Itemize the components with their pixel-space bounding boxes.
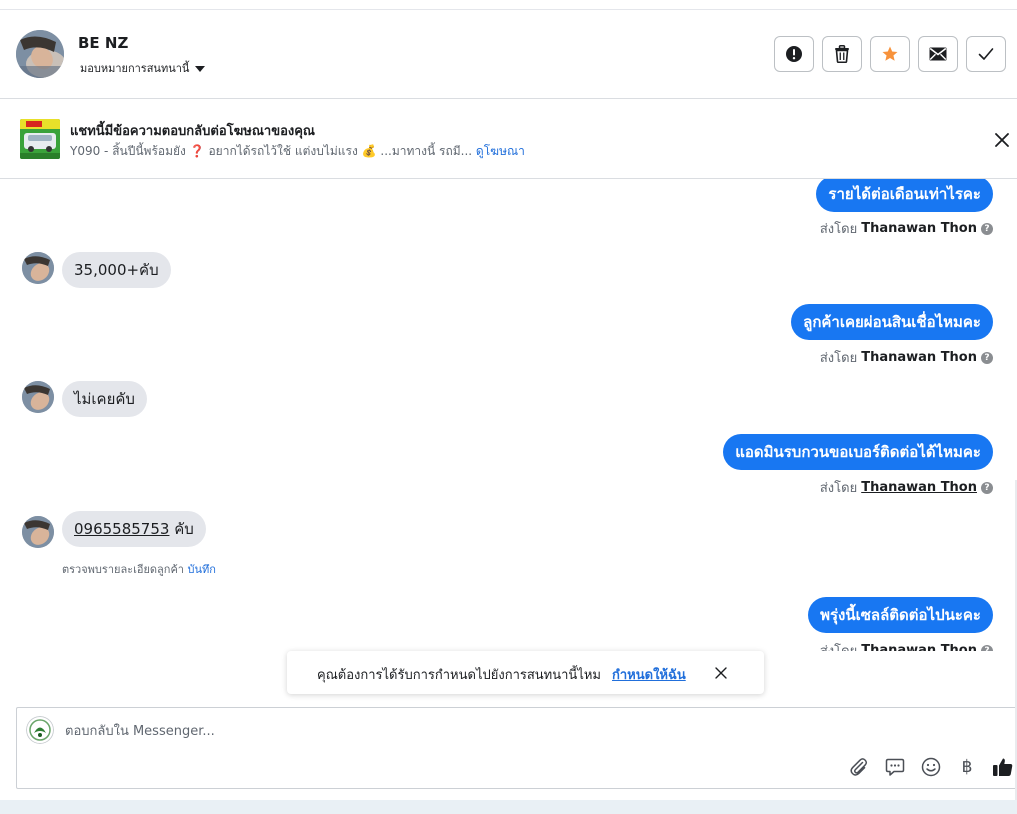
delete-button[interactable] — [822, 36, 862, 72]
reply-input[interactable] — [65, 720, 965, 742]
ad-thumbnail[interactable] — [20, 119, 60, 159]
sender-name[interactable]: Thanawan Thon — [861, 480, 977, 495]
sender-name[interactable]: Thanawan Thon — [861, 643, 977, 651]
ad-banner-description: Y090 - สิ้นปีนี้พร้อมยัง ❓ อยากได้รถไว้ใ… — [70, 142, 525, 161]
sent-by-prefix: ส่งโดย — [819, 222, 858, 237]
detected-details-text: ตรวจพบรายละเอียดลูกค้า — [62, 563, 184, 576]
messenger-conversation: BE NZ มอบหมายการสนทนานี้ แชทนี้มีข้อความ… — [0, 0, 1017, 814]
contact-avatar-small[interactable] — [22, 516, 54, 548]
incoming-message[interactable]: ไม่เคยคับ — [62, 381, 147, 417]
customer-details-note: ตรวจพบรายละเอียดลูกค้า บันทึก — [62, 560, 216, 578]
help-icon[interactable]: ? — [981, 481, 993, 494]
outgoing-message[interactable]: รายได้ต่อเดือนเท่าไรคะ — [816, 179, 993, 212]
saved-replies-button[interactable] — [883, 755, 907, 779]
trash-icon — [835, 45, 849, 63]
attachment-button[interactable] — [847, 755, 871, 779]
assign-conversation-dropdown[interactable]: มอบหมายการสนทนานี้ — [80, 59, 206, 77]
incoming-message[interactable]: 0965585753 คับ — [62, 511, 206, 547]
message-thread[interactable]: รายได้ต่อเดือนเท่าไรคะ ส่งโดย Thanawan T… — [0, 179, 1017, 651]
incoming-message[interactable]: 35,000+คับ — [62, 252, 171, 288]
outgoing-message[interactable]: แอดมินรบกวนขอเบอร์ติดต่อได้ไหมคะ — [723, 434, 993, 470]
assign-to-me-link[interactable]: กำหนดให้ฉัน — [612, 664, 686, 685]
thumbs-up-icon — [993, 758, 1013, 776]
like-button[interactable] — [991, 755, 1015, 779]
footer-strip — [0, 800, 1017, 814]
help-icon[interactable]: ? — [981, 644, 993, 651]
top-divider — [0, 0, 1017, 10]
payment-button[interactable]: ฿ — [955, 755, 979, 779]
ad-description-text: Y090 - สิ้นปีนี้พร้อมยัง ❓ อยากได้รถไว้ใ… — [70, 144, 473, 158]
mark-unread-button[interactable] — [918, 36, 958, 72]
outgoing-message[interactable]: ลูกค้าเคยผ่อนสินเชื่อไหมคะ — [791, 304, 993, 340]
toast-close-button[interactable] — [711, 663, 731, 683]
sender-name[interactable]: Thanawan Thon — [861, 221, 977, 236]
sent-by-prefix: ส่งโดย — [819, 351, 858, 366]
sent-by-label: ส่งโดย Thanawan Thon ? — [820, 640, 993, 651]
close-icon — [995, 133, 1009, 147]
sent-by-label: ส่งโดย Thanawan Thon ? — [820, 477, 993, 498]
reply-composer: ฿ — [16, 707, 1017, 789]
assign-label: มอบหมายการสนทนานี้ — [80, 62, 190, 75]
star-button[interactable] — [870, 36, 910, 72]
contact-avatar[interactable] — [16, 30, 64, 78]
assign-toast: คุณต้องการได้รับการกำหนดไปยังการสนทนานี้… — [287, 651, 764, 694]
paperclip-icon — [850, 758, 868, 776]
mark-spam-button[interactable] — [774, 36, 814, 72]
contact-name[interactable]: BE NZ — [78, 34, 128, 52]
sent-by-label: ส่งโดย Thanawan Thon ? — [820, 347, 993, 368]
star-icon — [882, 46, 898, 61]
save-details-link[interactable]: บันทึก — [187, 563, 215, 576]
close-banner-button[interactable] — [990, 128, 1014, 152]
exclamation-circle-icon — [786, 46, 802, 62]
view-ad-link[interactable]: ดูโฆษณา — [476, 144, 525, 158]
conversation-header: BE NZ มอบหมายการสนทนานี้ — [0, 10, 1017, 99]
mark-done-button[interactable] — [966, 36, 1006, 72]
smiley-icon — [921, 757, 941, 777]
help-icon[interactable]: ? — [981, 222, 993, 235]
caret-down-icon — [195, 66, 206, 72]
chat-bubble-icon — [885, 758, 905, 776]
sent-by-prefix: ส่งโดย — [820, 640, 857, 651]
baht-icon: ฿ — [961, 757, 973, 777]
message-suffix: คับ — [169, 520, 194, 538]
ad-banner-title: แชทนี้มีข้อความตอบกลับต่อโฆษณาของคุณ — [70, 124, 315, 139]
help-icon[interactable]: ? — [981, 351, 993, 364]
assign-toast-text: คุณต้องการได้รับการกำหนดไปยังการสนทนานี้… — [317, 668, 601, 683]
phone-number-link[interactable]: 0965585753 — [74, 520, 169, 538]
page-avatar — [26, 716, 54, 744]
envelope-icon — [929, 47, 947, 61]
sent-by-label: ส่งโดย Thanawan Thon ? — [820, 218, 993, 239]
contact-avatar-small[interactable] — [22, 381, 54, 413]
contact-avatar-small[interactable] — [22, 252, 54, 284]
sender-name[interactable]: Thanawan Thon — [861, 350, 977, 365]
emoji-button[interactable] — [919, 755, 943, 779]
checkmark-icon — [978, 48, 994, 60]
sent-by-prefix: ส่งโดย — [819, 481, 858, 496]
outgoing-message[interactable]: พรุ่งนี้เซลล์ติดต่อไปนะคะ — [808, 597, 993, 633]
ad-reply-banner: แชทนี้มีข้อความตอบกลับต่อโฆษณาของคุณ Y09… — [0, 99, 1017, 179]
close-icon — [715, 667, 727, 679]
